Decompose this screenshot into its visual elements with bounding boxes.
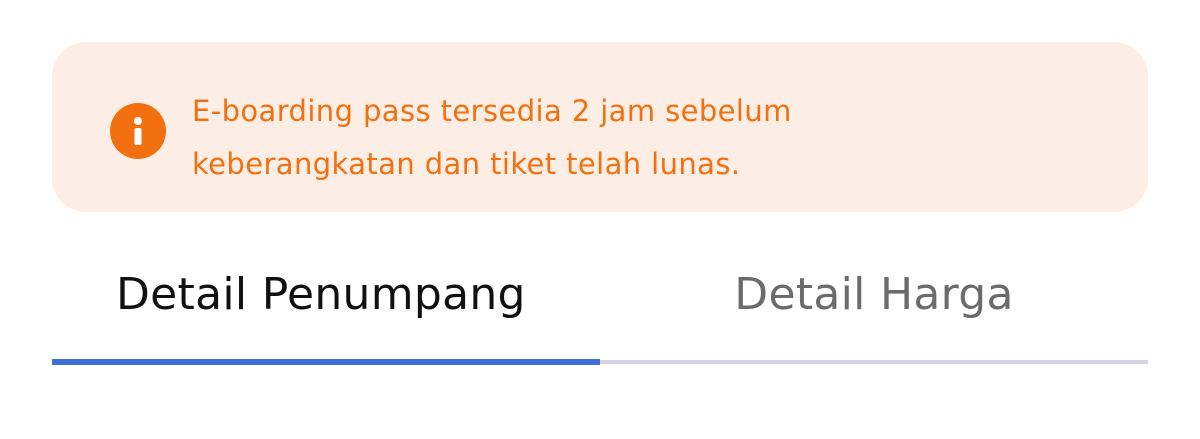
- active-tab-indicator: [52, 359, 600, 365]
- tab-label: Detail Harga: [734, 269, 1014, 320]
- detail-tabs: Detail Penumpang Detail Harga: [52, 232, 1148, 367]
- tab-detail-penumpang[interactable]: Detail Penumpang: [52, 232, 600, 357]
- tab-label: Detail Penumpang: [116, 269, 526, 320]
- info-icon: [110, 103, 166, 159]
- eboarding-notice-banner: E-boarding pass tersedia 2 jam sebelum k…: [52, 42, 1148, 212]
- notice-message: E-boarding pass tersedia 2 jam sebelum k…: [192, 94, 792, 181]
- page: E-boarding pass tersedia 2 jam sebelum k…: [0, 0, 1200, 439]
- tab-detail-harga[interactable]: Detail Harga: [600, 232, 1148, 357]
